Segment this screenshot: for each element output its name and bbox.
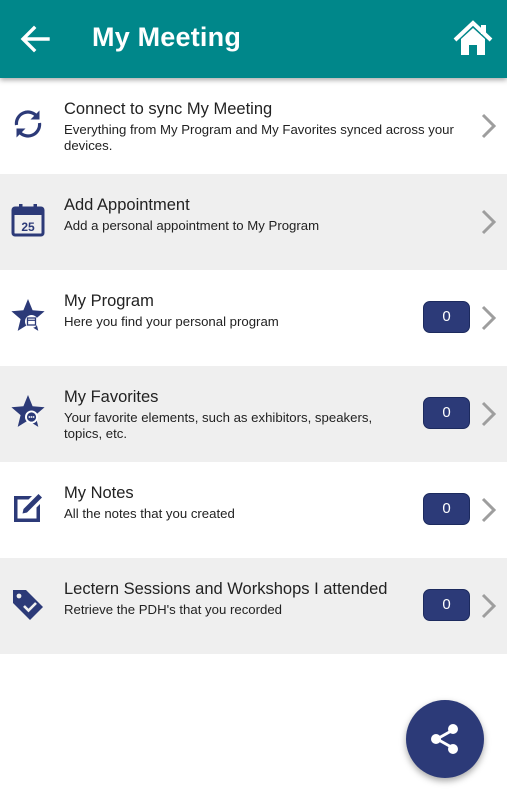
count-badge: 0	[423, 589, 470, 621]
note-pencil-icon	[14, 494, 42, 522]
count-badge: 0	[423, 301, 470, 333]
list-item-connect-sync[interactable]: Connect to sync My Meeting Everything fr…	[0, 78, 507, 174]
calendar-day-number: 25	[21, 220, 35, 234]
list-item-title: My Program	[64, 292, 154, 310]
list-item-title: My Notes	[64, 484, 134, 502]
back-button[interactable]	[14, 19, 54, 59]
home-icon	[453, 20, 493, 55]
list-item-title: Add Appointment	[64, 196, 190, 214]
list-item-title: Lectern Sessions and Workshops I attende…	[64, 580, 388, 598]
page-title: My Meeting	[92, 22, 242, 52]
share-icon	[431, 724, 458, 754]
chevron-right-icon	[481, 497, 497, 523]
count-badge: 0	[423, 397, 470, 429]
list-item-lectern-sessions[interactable]: Lectern Sessions and Workshops I attende…	[0, 558, 507, 654]
list-item-subtitle: Here you find your personal program	[64, 314, 279, 329]
app-bar: My Meeting	[0, 0, 507, 78]
chevron-right-icon	[481, 305, 497, 331]
list-item-subtitle: Retrieve the PDH's that you recorded	[64, 602, 283, 617]
list-item-my-notes[interactable]: My Notes All the notes that you created …	[0, 462, 507, 558]
chevron-right-icon	[481, 593, 497, 619]
tag-check-icon	[13, 590, 43, 620]
chevron-right-icon	[481, 209, 497, 235]
list-item-subtitle: Everything from My Program and My Favori…	[64, 122, 454, 153]
share-button[interactable]	[406, 700, 484, 778]
chevron-right-icon	[481, 113, 497, 139]
list-item-title: Connect to sync My Meeting	[64, 100, 273, 118]
star-calendar-icon	[11, 299, 45, 331]
star-chat-icon	[11, 395, 45, 427]
list-item-my-favorites[interactable]: My Favorites Your favorite elements, suc…	[0, 366, 507, 462]
menu-list: Connect to sync My Meeting Everything fr…	[0, 78, 507, 654]
home-button[interactable]	[452, 18, 494, 60]
list-item-add-appointment[interactable]: 25 Add Appointment Add a personal appoin…	[0, 174, 507, 270]
count-badge: 0	[423, 493, 470, 525]
list-item-subtitle: Add a personal appointment to My Program	[64, 218, 320, 233]
arrow-left-icon	[20, 25, 50, 53]
list-item-my-program[interactable]: My Program Here you find your personal p…	[0, 270, 507, 366]
list-item-subtitle: All the notes that you created	[64, 506, 235, 521]
calendar-icon: 25	[11, 204, 45, 237]
chevron-right-icon	[481, 401, 497, 427]
list-item-title: My Favorites	[64, 388, 159, 406]
list-item-subtitle: Your favorite elements, such as exhibito…	[64, 410, 373, 441]
sync-icon	[14, 110, 42, 138]
